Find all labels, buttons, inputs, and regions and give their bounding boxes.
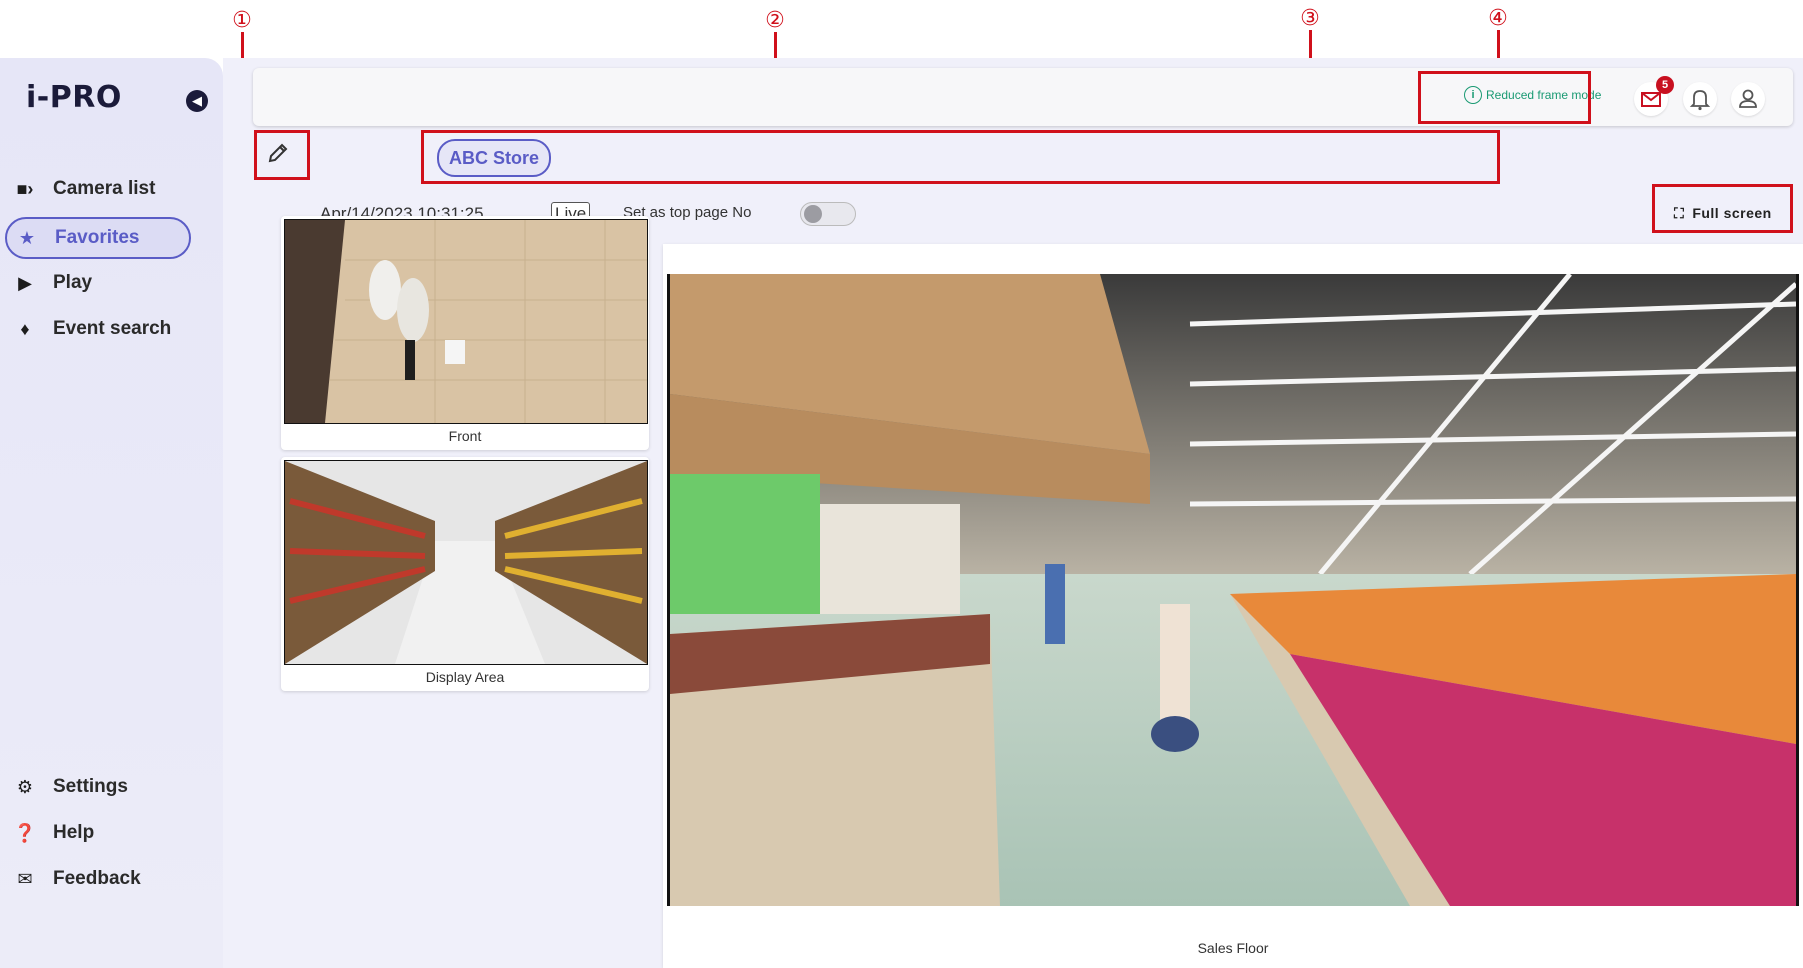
sidebar-item-label: Camera list [53,178,156,199]
annotation-3: ③ [1300,6,1320,31]
camera-feed-display-area [284,460,648,665]
camera-thumbnail-front[interactable]: Front [281,216,649,450]
sidebar-item-help[interactable]: ❓ Help [0,812,223,854]
collapse-sidebar-button[interactable]: ◀ [186,90,208,112]
annotation-2: ② [765,8,785,33]
sidebar-item-settings[interactable]: ⚙ Settings [0,766,223,808]
arrow-left-icon: ◀ [192,93,202,108]
sidebar-item-label: Feedback [53,868,141,889]
envelope-icon: ✉ [17,868,33,889]
help-icon: ❓ [13,822,37,843]
notifications-button[interactable] [1683,82,1717,116]
bell-icon: ♦ [20,318,30,339]
mail-button[interactable]: 5 [1634,76,1674,116]
sidebar-item-camera-list[interactable]: ■› Camera list [0,168,223,210]
top-strip [0,0,1803,58]
thumbnail-caption: Front [448,428,482,444]
annotation-1: ① [232,8,252,33]
thumbnail-caption: Display Area [425,669,505,685]
sidebar-item-label: Play [53,272,93,293]
annotation-box-edit [254,130,310,180]
sidebar-item-play[interactable]: ▶ Play [0,262,223,304]
annotation-box-store-tag [421,130,1500,184]
camera-thumbnail-display-area[interactable]: Display Area [281,457,649,691]
toggle-knob [804,205,822,223]
sidebar-item-event-search[interactable]: ♦ Event search [0,308,223,350]
annotation-4: ④ [1488,6,1508,31]
star-icon: ★ [18,227,36,248]
main-content: i Reduced frame mode 5 ABC Store Apr/14/… [223,58,1803,968]
main-view-caption: Sales Floor [1197,940,1269,956]
sidebar-item-label: Settings [53,776,128,797]
user-icon [1739,89,1757,108]
video-camera-icon: ■› [16,178,34,199]
logo: i-PRO [26,80,122,115]
gear-icon: ⚙ [16,776,34,797]
annotation-box-reduced-frame [1418,71,1591,124]
camera-feed-front [284,219,648,424]
main-camera-view[interactable]: Sales Floor [663,244,1803,968]
bell-icon [1689,90,1711,111]
user-button[interactable] [1731,82,1765,116]
play-icon: ▶ [18,272,32,293]
annotation-3-line [1309,30,1312,60]
annotation-box-fullscreen [1652,184,1793,233]
sidebar-item-label: Help [53,822,95,843]
sidebar-item-favorites[interactable]: ★ Favorites [5,217,191,259]
mail-badge: 5 [1656,76,1674,94]
sidebar: i-PRO ◀ ■› Camera list ★ Favorites ▶ Pla… [0,58,223,968]
sidebar-item-feedback[interactable]: ✉ Feedback [0,858,223,900]
sidebar-item-label: Favorites [55,227,140,248]
set-top-page-toggle[interactable] [800,202,856,226]
sidebar-item-label: Event search [53,318,172,339]
camera-feed-sales-floor [667,274,1799,906]
